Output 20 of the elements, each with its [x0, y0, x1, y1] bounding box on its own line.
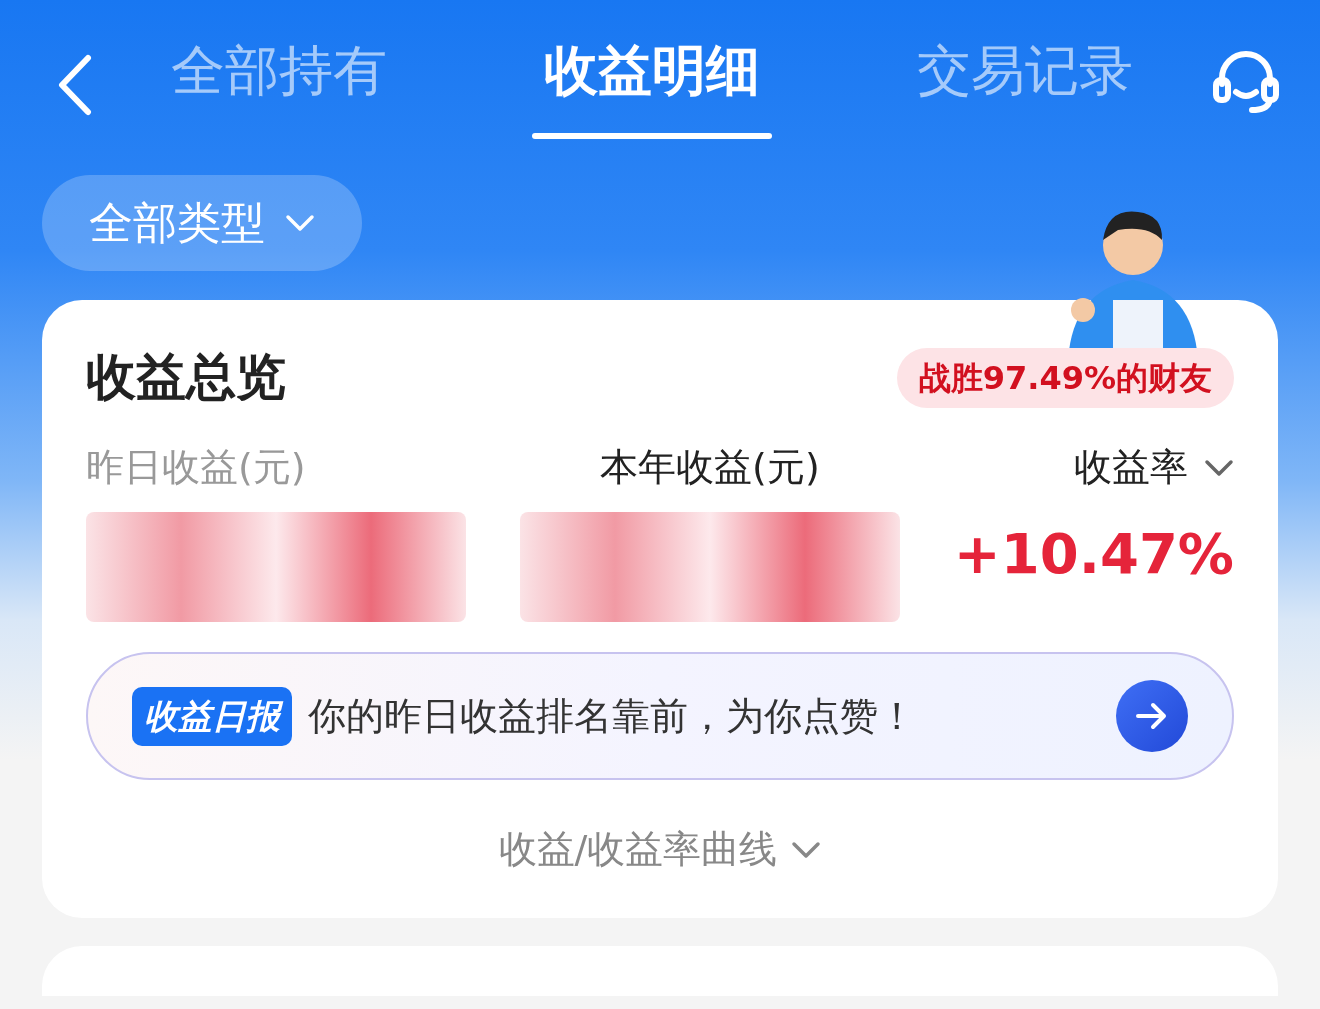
- metric-label: 本年收益(元): [600, 444, 820, 491]
- chevron-down-icon: [791, 840, 822, 859]
- daily-report-tag: 收益日报: [132, 686, 292, 746]
- nav-tab[interactable]: 交易记录: [905, 0, 1146, 150]
- nav-tab[interactable]: 收益明细: [532, 0, 772, 150]
- daily-report-banner[interactable]: 收益日报 你的昨日收益排名靠前，为你点赞！: [86, 652, 1234, 780]
- chevron-down-icon: [285, 214, 315, 232]
- nav-tab[interactable]: 全部持有: [158, 0, 399, 150]
- type-filter-dropdown[interactable]: 全部类型: [42, 175, 362, 271]
- metric-label: 昨日收益(元): [86, 444, 306, 491]
- metric-dropdown[interactable]: 收益率: [1074, 439, 1234, 496]
- chevron-down-icon: [1204, 458, 1234, 477]
- rank-badge: 战胜97.49%的财友: [896, 347, 1234, 408]
- chart-toggle[interactable]: 收益/收益率曲线: [492, 820, 828, 879]
- overview-title: 收益总览: [86, 347, 286, 408]
- daily-report-message: 你的昨日收益排名靠前，为你点赞！: [308, 692, 917, 740]
- metric-value: +10.47%: [953, 520, 1234, 588]
- back-icon[interactable]: [56, 54, 92, 116]
- customer-service-icon[interactable]: [1212, 50, 1280, 114]
- arrow-right-icon: [1136, 702, 1168, 730]
